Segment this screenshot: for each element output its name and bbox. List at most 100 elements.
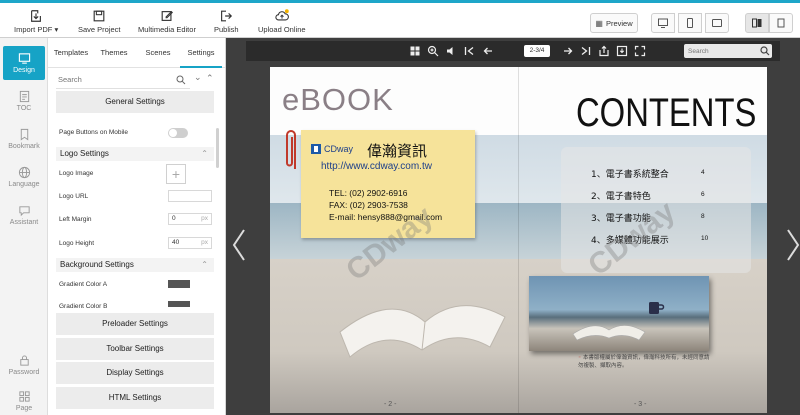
fullscreen-icon[interactable] [634, 45, 646, 57]
rail-label-bookmark: Bookmark [8, 143, 40, 150]
left-margin-input[interactable]: 0 px [168, 213, 212, 225]
design-icon [18, 53, 30, 64]
logo-settings-header[interactable]: Logo Settings ⌃ [56, 147, 214, 161]
html-settings-section[interactable]: HTML Settings [56, 387, 214, 409]
tablet-view-button[interactable] [705, 13, 729, 33]
page-number-left: - 2 - [384, 401, 397, 408]
viewer-search-icon[interactable] [760, 46, 770, 56]
rail-item-design[interactable]: Design [3, 46, 45, 80]
next-arrow-icon[interactable] [786, 228, 800, 262]
chevron-up-icon: ⌃ [201, 260, 208, 269]
upload-online-button[interactable]: Upload Online [258, 9, 306, 34]
phone-view-button[interactable] [678, 13, 702, 33]
book-spread[interactable]: eBOOK CONTENTS CDway 偉瀚資訊 http://www.cdw… [270, 67, 767, 413]
logo-url-label: Logo URL [59, 193, 89, 200]
logo-height-input[interactable]: 40 px [168, 237, 212, 249]
toc-page-number: 8 [701, 213, 705, 220]
tab-scenes[interactable]: Scenes [140, 38, 176, 68]
page-buttons-mobile-label: Page Buttons on Mobile [59, 129, 129, 136]
rail-item-assistant[interactable]: Assistant [3, 198, 45, 232]
top-toolbar: Import PDF ▾ Save Project Multimedia Edi… [0, 0, 800, 38]
panel-search: ⌄ ⌃ [56, 71, 216, 89]
tab-settings[interactable]: Settings [180, 38, 222, 68]
book-viewer: 2-3/4 eBOOK CONTENTS CDway 偉瀚資訊 http://w… [226, 38, 800, 415]
page-buttons-mobile-toggle[interactable] [168, 128, 188, 138]
cdway-logo [311, 144, 321, 154]
gradient-color-a-swatch[interactable] [168, 280, 190, 288]
rail-label-language: Language [8, 181, 40, 188]
share-icon[interactable] [598, 45, 610, 57]
collapse-all-icon[interactable]: ⌄ [194, 72, 202, 83]
rail-item-page[interactable]: Page [3, 386, 45, 415]
viewer-search-input[interactable] [684, 44, 772, 58]
gradient-color-b-label: Gradient Color B [59, 303, 108, 309]
rail-item-language[interactable]: Language [3, 160, 45, 194]
toc-page-number: 10 [701, 235, 709, 242]
bullet-icon: ◦ [578, 355, 582, 361]
left-rail: Design TOC Bookmark Language Assistant P… [0, 38, 48, 415]
import-icon [31, 10, 42, 22]
desktop-view-button[interactable] [651, 13, 675, 33]
multimedia-editor-button[interactable]: Multimedia Editor [138, 9, 196, 34]
business-card: CDway 偉瀚資訊 http://www.cdway.com.tw TEL: … [301, 130, 475, 238]
download-icon[interactable] [616, 45, 628, 57]
cloud-upload-icon [275, 9, 289, 21]
toc-page-number: 6 [701, 191, 705, 198]
thumbnails-icon[interactable] [409, 45, 421, 57]
logo-url-input[interactable] [168, 190, 212, 202]
panel-scrollbar[interactable] [216, 128, 219, 168]
double-page-button[interactable] [745, 13, 769, 33]
single-page-button[interactable] [769, 13, 793, 33]
preloader-settings-section[interactable]: Preloader Settings [56, 313, 214, 335]
zoom-in-icon[interactable] [427, 45, 439, 57]
logo-height-label: Logo Height [59, 240, 95, 247]
tab-themes[interactable]: Themes [96, 38, 132, 68]
multimedia-editor-label: Multimedia Editor [138, 25, 196, 34]
sound-icon[interactable] [445, 45, 457, 57]
page-grid-icon [18, 391, 30, 402]
mug-icon [649, 302, 665, 314]
rail-label-password: Password [8, 369, 40, 376]
next-page-icon[interactable] [562, 45, 574, 57]
toolbar-settings-section[interactable]: Toolbar Settings [56, 338, 214, 360]
small-book-image [572, 325, 646, 341]
expand-all-icon[interactable]: ⌃ [206, 73, 214, 84]
first-page-icon[interactable] [463, 45, 475, 57]
rail-label-design: Design [13, 67, 35, 74]
logo-height-value: 40 [172, 239, 180, 246]
prev-arrow-icon[interactable] [232, 228, 246, 262]
preview-button[interactable]: ▦ Preview [590, 13, 638, 33]
caret-down-icon: ▾ [54, 25, 59, 34]
publish-label: Publish [214, 25, 239, 34]
add-logo-image-button[interactable]: + [166, 164, 186, 184]
viewer-toolbar: 2-3/4 [246, 41, 780, 61]
display-settings-section[interactable]: Display Settings [56, 362, 214, 384]
chevron-up-icon: ⌃ [201, 149, 208, 158]
toc-item[interactable]: 2、電子書特色 [591, 189, 651, 202]
toc-item[interactable]: 1、電子書系統整合 [591, 167, 669, 180]
rail-item-toc[interactable]: TOC [3, 84, 45, 118]
toc-icon [19, 90, 29, 103]
copyright-note: ◦ 本書版權屬於偉瀚資訊，偉瀚科技所有，未經同意請勿複製、擷取內容。 [578, 354, 713, 370]
card-url: http://www.cdway.com.tw [321, 161, 432, 172]
chat-bubble-icon [18, 206, 30, 217]
save-project-button[interactable]: Save Project [78, 9, 121, 34]
page-indicator[interactable]: 2-3/4 [524, 45, 550, 57]
background-settings-header[interactable]: Background Settings ⌃ [56, 258, 214, 272]
publish-button[interactable]: Publish [214, 9, 239, 34]
general-settings-section[interactable]: General Settings [56, 91, 214, 113]
prev-page-icon[interactable] [482, 45, 494, 57]
rail-item-password[interactable]: Password [3, 348, 45, 382]
left-margin-value: 0 [172, 215, 176, 222]
copyright-note-text: 本書版權屬於偉瀚資訊，偉瀚科技所有，未經同意請勿複製、擷取內容。 [578, 355, 710, 369]
rail-item-bookmark[interactable]: Bookmark [3, 122, 45, 156]
panel-tabs: Templates Themes Scenes Settings [48, 38, 225, 68]
import-pdf-button[interactable]: Import PDF ▾ [14, 9, 58, 34]
phone-icon [687, 18, 693, 28]
book-spine [518, 67, 519, 413]
gradient-color-b-swatch[interactable] [168, 301, 190, 307]
tab-templates[interactable]: Templates [52, 38, 90, 68]
last-page-icon[interactable] [580, 45, 592, 57]
search-icon[interactable] [176, 75, 186, 85]
settings-search-input[interactable] [56, 71, 190, 89]
